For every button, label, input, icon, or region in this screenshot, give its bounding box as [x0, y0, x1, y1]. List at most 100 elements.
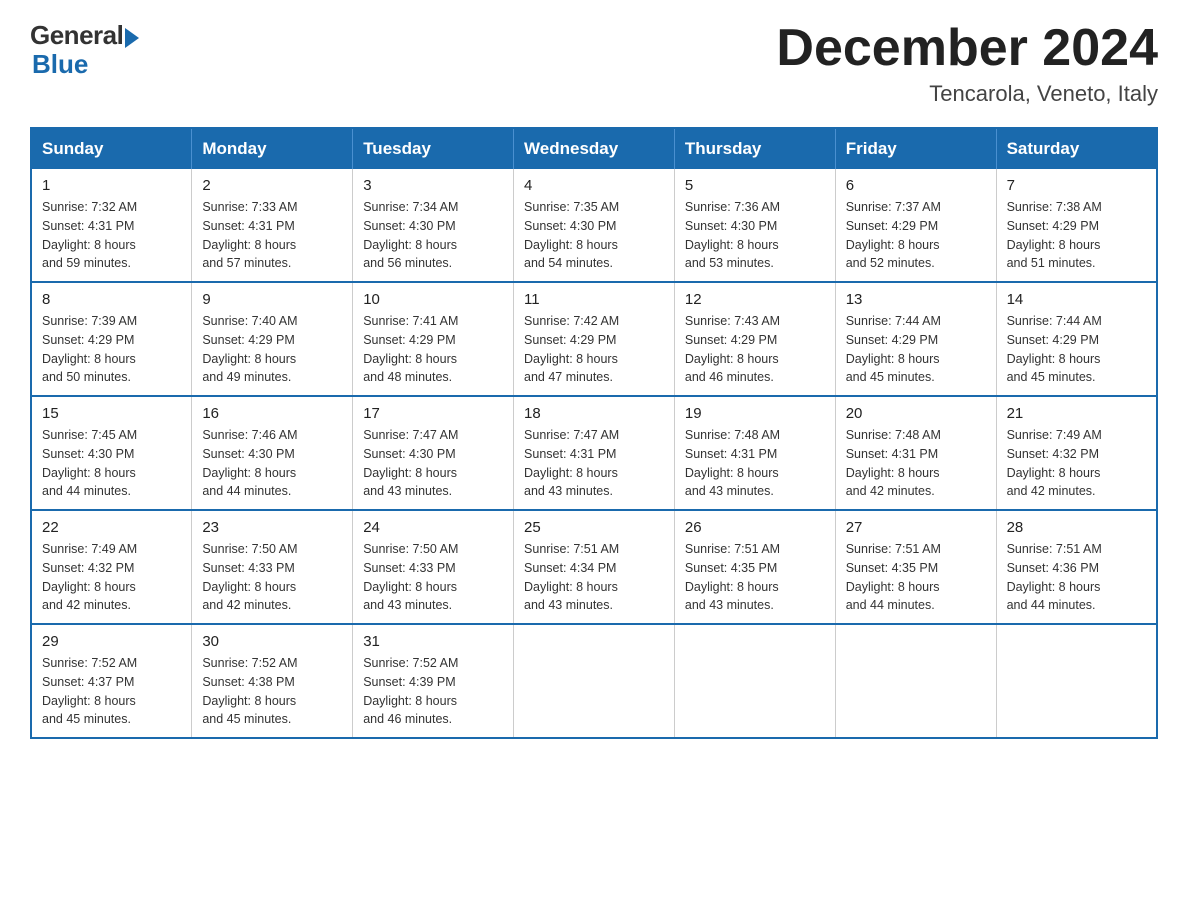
day-info: Sunrise: 7:35 AMSunset: 4:30 PMDaylight:… [524, 198, 664, 273]
column-header-tuesday: Tuesday [353, 128, 514, 169]
day-number: 9 [202, 291, 342, 308]
calendar-week-row: 29 Sunrise: 7:52 AMSunset: 4:37 PMDayligh… [31, 624, 1157, 738]
day-info: Sunrise: 7:52 AMSunset: 4:38 PMDaylight:… [202, 654, 342, 729]
calendar-cell: 30 Sunrise: 7:52 AMSunset: 4:38 PMDayligh… [192, 624, 353, 738]
day-number: 15 [42, 405, 181, 422]
day-info: Sunrise: 7:51 AMSunset: 4:34 PMDaylight:… [524, 540, 664, 615]
day-number: 14 [1007, 291, 1146, 308]
day-number: 6 [846, 177, 986, 194]
day-number: 29 [42, 633, 181, 650]
day-number: 1 [42, 177, 181, 194]
calendar-cell: 7 Sunrise: 7:38 AMSunset: 4:29 PMDaylight… [996, 169, 1157, 282]
day-number: 12 [685, 291, 825, 308]
day-info: Sunrise: 7:52 AMSunset: 4:37 PMDaylight:… [42, 654, 181, 729]
calendar-cell [835, 624, 996, 738]
day-info: Sunrise: 7:38 AMSunset: 4:29 PMDaylight:… [1007, 198, 1146, 273]
day-number: 30 [202, 633, 342, 650]
page-header: General Blue December 2024 Tencarola, Ve… [30, 20, 1158, 107]
calendar-cell: 21Sunrise: 7:49 AMSunset: 4:32 PMDayligh… [996, 396, 1157, 510]
day-number: 19 [685, 405, 825, 422]
calendar-cell: 20 Sunrise: 7:48 AMSunset: 4:31 PMDayligh… [835, 396, 996, 510]
calendar-cell [996, 624, 1157, 738]
column-header-monday: Monday [192, 128, 353, 169]
calendar-cell: 29 Sunrise: 7:52 AMSunset: 4:37 PMDayligh… [31, 624, 192, 738]
day-number: 11 [524, 291, 664, 308]
calendar-cell: 31 Sunrise: 7:52 AMSunset: 4:39 PMDayligh… [353, 624, 514, 738]
calendar-cell: 12Sunrise: 7:43 AMSunset: 4:29 PMDayligh… [674, 282, 835, 396]
day-number: 31 [363, 633, 503, 650]
day-number: 3 [363, 177, 503, 194]
column-header-thursday: Thursday [674, 128, 835, 169]
logo-blue-text: Blue [32, 49, 88, 80]
day-number: 20 [846, 405, 986, 422]
day-info: Sunrise: 7:49 AMSunset: 4:32 PMDaylight:… [1007, 426, 1146, 501]
logo: General Blue [30, 20, 139, 80]
day-info: Sunrise: 7:40 AMSunset: 4:29 PMDaylight:… [202, 312, 342, 387]
calendar-cell [514, 624, 675, 738]
day-info: Sunrise: 7:32 AMSunset: 4:31 PMDaylight:… [42, 198, 181, 273]
day-info: Sunrise: 7:47 AMSunset: 4:31 PMDaylight:… [524, 426, 664, 501]
day-number: 26 [685, 519, 825, 536]
calendar-week-row: 1 Sunrise: 7:32 AMSunset: 4:31 PMDaylight… [31, 169, 1157, 282]
day-info: Sunrise: 7:52 AMSunset: 4:39 PMDaylight:… [363, 654, 503, 729]
day-info: Sunrise: 7:51 AMSunset: 4:36 PMDaylight:… [1007, 540, 1146, 615]
day-number: 22 [42, 519, 181, 536]
calendar-cell: 14 Sunrise: 7:44 AMSunset: 4:29 PMDayligh… [996, 282, 1157, 396]
calendar-week-row: 22 Sunrise: 7:49 AMSunset: 4:32 PMDayligh… [31, 510, 1157, 624]
calendar-cell: 4 Sunrise: 7:35 AMSunset: 4:30 PMDaylight… [514, 169, 675, 282]
day-info: Sunrise: 7:44 AMSunset: 4:29 PMDaylight:… [846, 312, 986, 387]
calendar-cell: 1 Sunrise: 7:32 AMSunset: 4:31 PMDaylight… [31, 169, 192, 282]
calendar-cell: 22 Sunrise: 7:49 AMSunset: 4:32 PMDayligh… [31, 510, 192, 624]
day-info: Sunrise: 7:48 AMSunset: 4:31 PMDaylight:… [846, 426, 986, 501]
day-info: Sunrise: 7:42 AMSunset: 4:29 PMDaylight:… [524, 312, 664, 387]
calendar-cell: 25 Sunrise: 7:51 AMSunset: 4:34 PMDayligh… [514, 510, 675, 624]
day-number: 13 [846, 291, 986, 308]
calendar-cell [674, 624, 835, 738]
day-info: Sunrise: 7:39 AMSunset: 4:29 PMDaylight:… [42, 312, 181, 387]
calendar-cell: 3Sunrise: 7:34 AMSunset: 4:30 PMDaylight… [353, 169, 514, 282]
column-header-friday: Friday [835, 128, 996, 169]
calendar-cell: 19 Sunrise: 7:48 AMSunset: 4:31 PMDayligh… [674, 396, 835, 510]
calendar-cell: 27Sunrise: 7:51 AMSunset: 4:35 PMDayligh… [835, 510, 996, 624]
calendar-cell: 17Sunrise: 7:47 AMSunset: 4:30 PMDayligh… [353, 396, 514, 510]
day-number: 10 [363, 291, 503, 308]
day-info: Sunrise: 7:51 AMSunset: 4:35 PMDaylight:… [685, 540, 825, 615]
calendar-cell: 8 Sunrise: 7:39 AMSunset: 4:29 PMDaylight… [31, 282, 192, 396]
day-info: Sunrise: 7:44 AMSunset: 4:29 PMDaylight:… [1007, 312, 1146, 387]
day-number: 5 [685, 177, 825, 194]
calendar-cell: 18 Sunrise: 7:47 AMSunset: 4:31 PMDayligh… [514, 396, 675, 510]
day-info: Sunrise: 7:37 AMSunset: 4:29 PMDaylight:… [846, 198, 986, 273]
calendar-cell: 5Sunrise: 7:36 AMSunset: 4:30 PMDaylight… [674, 169, 835, 282]
calendar-header-row: SundayMondayTuesdayWednesdayThursdayFrid… [31, 128, 1157, 169]
day-number: 2 [202, 177, 342, 194]
day-number: 18 [524, 405, 664, 422]
month-title: December 2024 [776, 20, 1158, 77]
day-info: Sunrise: 7:41 AMSunset: 4:29 PMDaylight:… [363, 312, 503, 387]
calendar-cell: 26 Sunrise: 7:51 AMSunset: 4:35 PMDayligh… [674, 510, 835, 624]
day-info: Sunrise: 7:45 AMSunset: 4:30 PMDaylight:… [42, 426, 181, 501]
calendar-cell: 9 Sunrise: 7:40 AMSunset: 4:29 PMDaylight… [192, 282, 353, 396]
day-number: 17 [363, 405, 503, 422]
calendar-cell: 10 Sunrise: 7:41 AMSunset: 4:29 PMDayligh… [353, 282, 514, 396]
calendar-cell: 16Sunrise: 7:46 AMSunset: 4:30 PMDayligh… [192, 396, 353, 510]
location-text: Tencarola, Veneto, Italy [776, 81, 1158, 107]
day-info: Sunrise: 7:33 AMSunset: 4:31 PMDaylight:… [202, 198, 342, 273]
calendar-cell: 6 Sunrise: 7:37 AMSunset: 4:29 PMDaylight… [835, 169, 996, 282]
calendar-week-row: 8 Sunrise: 7:39 AMSunset: 4:29 PMDaylight… [31, 282, 1157, 396]
day-number: 25 [524, 519, 664, 536]
day-info: Sunrise: 7:49 AMSunset: 4:32 PMDaylight:… [42, 540, 181, 615]
day-info: Sunrise: 7:50 AMSunset: 4:33 PMDaylight:… [363, 540, 503, 615]
calendar-cell: 28 Sunrise: 7:51 AMSunset: 4:36 PMDayligh… [996, 510, 1157, 624]
logo-general-text: General [30, 20, 123, 51]
logo-arrow-icon [125, 28, 139, 48]
day-number: 7 [1007, 177, 1146, 194]
calendar-cell: 15 Sunrise: 7:45 AMSunset: 4:30 PMDayligh… [31, 396, 192, 510]
day-number: 16 [202, 405, 342, 422]
day-info: Sunrise: 7:48 AMSunset: 4:31 PMDaylight:… [685, 426, 825, 501]
calendar-cell: 13 Sunrise: 7:44 AMSunset: 4:29 PMDayligh… [835, 282, 996, 396]
column-header-wednesday: Wednesday [514, 128, 675, 169]
day-number: 8 [42, 291, 181, 308]
day-number: 28 [1007, 519, 1146, 536]
day-number: 24 [363, 519, 503, 536]
day-number: 4 [524, 177, 664, 194]
